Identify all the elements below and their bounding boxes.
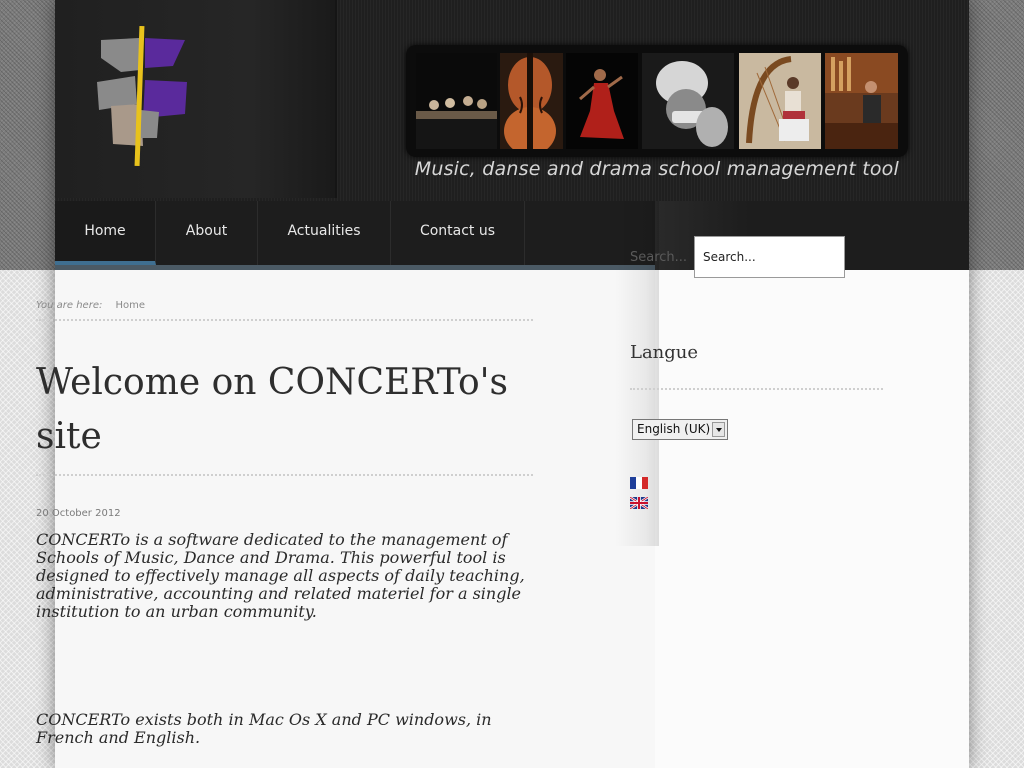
- breadcrumb: You are here: Home: [36, 300, 533, 321]
- sidebar-panel: [655, 270, 969, 768]
- article-paragraph-intro: CONCERTo is a software dedicated to the …: [36, 530, 525, 621]
- sidebar-divider: [630, 388, 883, 390]
- violin-photo: [500, 53, 563, 149]
- sidebar: [655, 201, 969, 768]
- harmonica-player-photo: [642, 53, 734, 149]
- breadcrumb-current[interactable]: Home: [116, 300, 146, 311]
- concerto-logo[interactable]: [93, 26, 193, 171]
- search-input[interactable]: [694, 236, 845, 278]
- page-title: Welcome on CONCERTo's site: [36, 356, 533, 476]
- dancer-photo: [566, 53, 638, 149]
- main-content-area: [55, 270, 655, 768]
- nav-item-about[interactable]: About: [156, 201, 258, 265]
- search-ghost-label: Search...: [630, 250, 688, 265]
- language-heading: Langue: [630, 342, 699, 363]
- nav-item-contact-us[interactable]: Contact us: [391, 201, 525, 265]
- breadcrumb-label: You are here:: [36, 300, 103, 311]
- language-select[interactable]: English (UK): [632, 419, 728, 440]
- harpist-photo: [739, 53, 821, 149]
- orchestra-photo: [416, 53, 497, 149]
- logo-area: [55, 0, 337, 198]
- nav-item-home[interactable]: Home: [55, 201, 156, 265]
- language-select-value: English (UK): [637, 422, 711, 436]
- site-tagline: Music, danse and drama school management…: [414, 158, 899, 180]
- organist-photo: [825, 53, 898, 149]
- article-paragraph-platforms: CONCERTo exists both in Mac Os X and PC …: [36, 710, 492, 747]
- flag-uk-icon[interactable]: [630, 497, 648, 509]
- chevron-down-icon: [712, 422, 725, 437]
- nav-item-actualities[interactable]: Actualities: [258, 201, 391, 265]
- header-photo-strip: [406, 45, 908, 157]
- site-header: Music, danse and drama school management…: [55, 0, 969, 201]
- article-date: 20 October 2012: [36, 508, 121, 519]
- flag-fr-icon[interactable]: [630, 477, 648, 489]
